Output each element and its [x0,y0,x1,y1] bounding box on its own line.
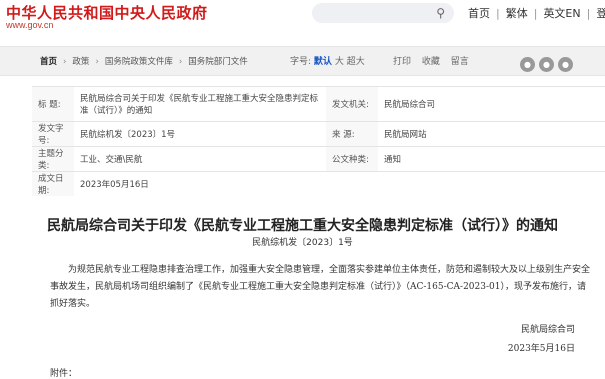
meta-type-label: 公文种类: [326,146,378,172]
article-doc-number: 民航综机发〔2023〕1号 [252,238,353,248]
link-home[interactable]: 首页 [468,7,490,20]
article-date: 2023年5月16日 [507,344,575,354]
breadcrumb-dept-docs[interactable]: 国务院部门文件 [188,57,248,67]
share-bar: ● ● ● [520,52,577,72]
site-url: www.gov.cn [6,20,54,30]
doc-meta-table: 标 题: 民航局综合司关于印发《民航专业工程施工重大安全隐患判定标准（试行）》的… [32,86,605,196]
meta-docno-value: 民航综机发〔2023〕1号 [74,121,326,147]
meta-date-value: 2023年05月16日 [74,171,605,196]
nav-bar: 首页 › 政策 › 国务院政策文件库 › 国务院部门文件 字号: 默认 大 超大 打印 收藏… [0,46,605,76]
meta-type-value: 通知 [378,146,605,172]
font-size-label: 字号: [290,57,312,67]
meta-docno-label: 发文字号: [32,121,74,147]
search-input[interactable]: ⚲ [312,3,454,23]
meta-topic-label: 主题分类: [32,146,74,172]
article-body: 为规范民航专业工程隐患排查治理工作，加强重大安全隐患管理，全面落实参建单位主体责… [50,265,591,309]
font-size-default[interactable]: 默认 [314,57,332,67]
link-traditional[interactable]: 繁体 [506,7,528,20]
meta-topic-value: 工业、交通\民航 [74,146,326,172]
font-size-xlarge[interactable]: 超大 [347,57,365,67]
wechat-icon[interactable]: ● [539,57,554,72]
print-button[interactable]: 打印 [393,57,411,67]
font-size-switcher: 字号: 默认 大 超大 [290,54,365,67]
search-icon[interactable]: ⚲ [436,6,445,20]
link-login[interactable]: 登录 [596,7,605,20]
share-more-icon[interactable]: ● [558,57,573,72]
favorite-button[interactable]: 收藏 [422,57,440,67]
breadcrumb-policy[interactable]: 政策 [72,57,89,67]
page-tools: 打印 收藏 留言 [393,54,477,67]
meta-title-label: 标 题: [32,86,74,122]
link-english[interactable]: 英文EN [543,7,580,20]
breadcrumb: 首页 › 政策 › 国务院政策文件库 › 国务院部门文件 [40,57,248,67]
breadcrumb-library[interactable]: 国务院政策文件库 [105,57,173,67]
meta-title-value: 民航局综合司关于印发《民航专业工程施工重大安全隐患判定标准（试行）》的通知 [74,86,326,122]
meta-source-value: 民航局网站 [378,121,605,147]
meta-source-label: 来 源: [326,121,378,147]
breadcrumb-home[interactable]: 首页 [40,57,57,67]
attachment-label: 附件： [50,369,78,379]
comment-button[interactable]: 留言 [451,57,469,67]
meta-issuer-label: 发文机关: [326,86,378,122]
top-links: 首页|繁体|英文EN|登录 [468,5,605,21]
weibo-icon[interactable]: ● [520,57,535,72]
meta-date-label: 成文日期: [32,171,74,196]
meta-issuer-value: 民航局综合司 [378,86,605,122]
article-title: 民航局综合司关于印发《民航专业工程施工重大安全隐患判定标准（试行）》的通知 [47,218,558,234]
font-size-large[interactable]: 大 [335,57,344,67]
article-signature: 民航局综合司 [520,325,575,335]
